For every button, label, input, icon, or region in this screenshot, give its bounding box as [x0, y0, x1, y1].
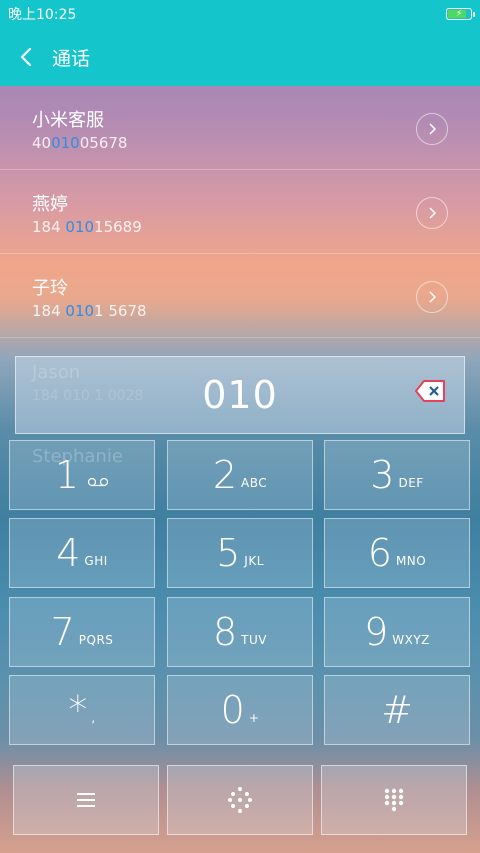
- contact-detail-button[interactable]: [416, 113, 448, 145]
- chevron-right-icon: [429, 123, 436, 135]
- key-0[interactable]: 0 +: [167, 675, 313, 745]
- key-7[interactable]: 7 PQRS: [9, 597, 155, 667]
- key-6[interactable]: 6 MNO: [324, 518, 470, 588]
- dial-button[interactable]: [167, 765, 313, 835]
- key-2[interactable]: 2 ABC: [167, 440, 313, 510]
- contact-detail-button[interactable]: [416, 281, 448, 313]
- menu-icon: [77, 793, 95, 807]
- delete-button[interactable]: [414, 379, 446, 407]
- dialpad-dots-icon: [228, 787, 252, 813]
- contact-number: 4001005678: [32, 134, 128, 152]
- contact-name: 燕婷: [32, 194, 68, 215]
- key-5[interactable]: 5 JKL: [167, 518, 313, 588]
- status-bar: 晚上10:25 ⚡: [0, 0, 480, 28]
- key-star[interactable]: *,: [9, 675, 155, 745]
- contact-row[interactable]: 小米客服 4001005678: [0, 86, 480, 170]
- key-4[interactable]: 4 GHI: [9, 518, 155, 588]
- delete-icon: [415, 380, 445, 402]
- menu-button[interactable]: [13, 765, 159, 835]
- status-time: 晚上10:25: [8, 7, 77, 23]
- page-title: 通话: [52, 47, 91, 70]
- key-1[interactable]: 1: [9, 440, 155, 510]
- chevron-right-icon: [429, 207, 436, 219]
- contact-number: 184 0101 5678: [32, 302, 147, 320]
- contact-row[interactable]: 燕婷 184 01015689: [0, 170, 480, 254]
- chevron-right-icon: [429, 291, 436, 303]
- back-button[interactable]: [0, 28, 52, 86]
- dial-number: 010: [202, 373, 278, 417]
- contact-row[interactable]: 子玲 184 0101 5678: [0, 254, 480, 338]
- hide-dialpad-button[interactable]: [321, 765, 467, 835]
- title-bar: 通话: [0, 28, 480, 86]
- dial-input[interactable]: 010: [15, 356, 465, 434]
- battery-icon: ⚡: [446, 8, 475, 20]
- contact-detail-button[interactable]: [416, 197, 448, 229]
- key-8[interactable]: 8 TUV: [167, 597, 313, 667]
- contact-name: 子玲: [32, 278, 68, 299]
- voicemail-icon: [87, 477, 109, 487]
- contact-list: 小米客服 4001005678 燕婷 184 01015689 子玲 184 0…: [0, 86, 480, 338]
- key-9[interactable]: 9 WXYZ: [324, 597, 470, 667]
- key-3[interactable]: 3 DEF: [324, 440, 470, 510]
- dialpad-grid-icon: [384, 788, 404, 812]
- key-hash[interactable]: #: [324, 675, 470, 745]
- back-icon: [20, 47, 32, 67]
- contact-name: 小米客服: [32, 110, 104, 131]
- contact-number: 184 01015689: [32, 218, 142, 236]
